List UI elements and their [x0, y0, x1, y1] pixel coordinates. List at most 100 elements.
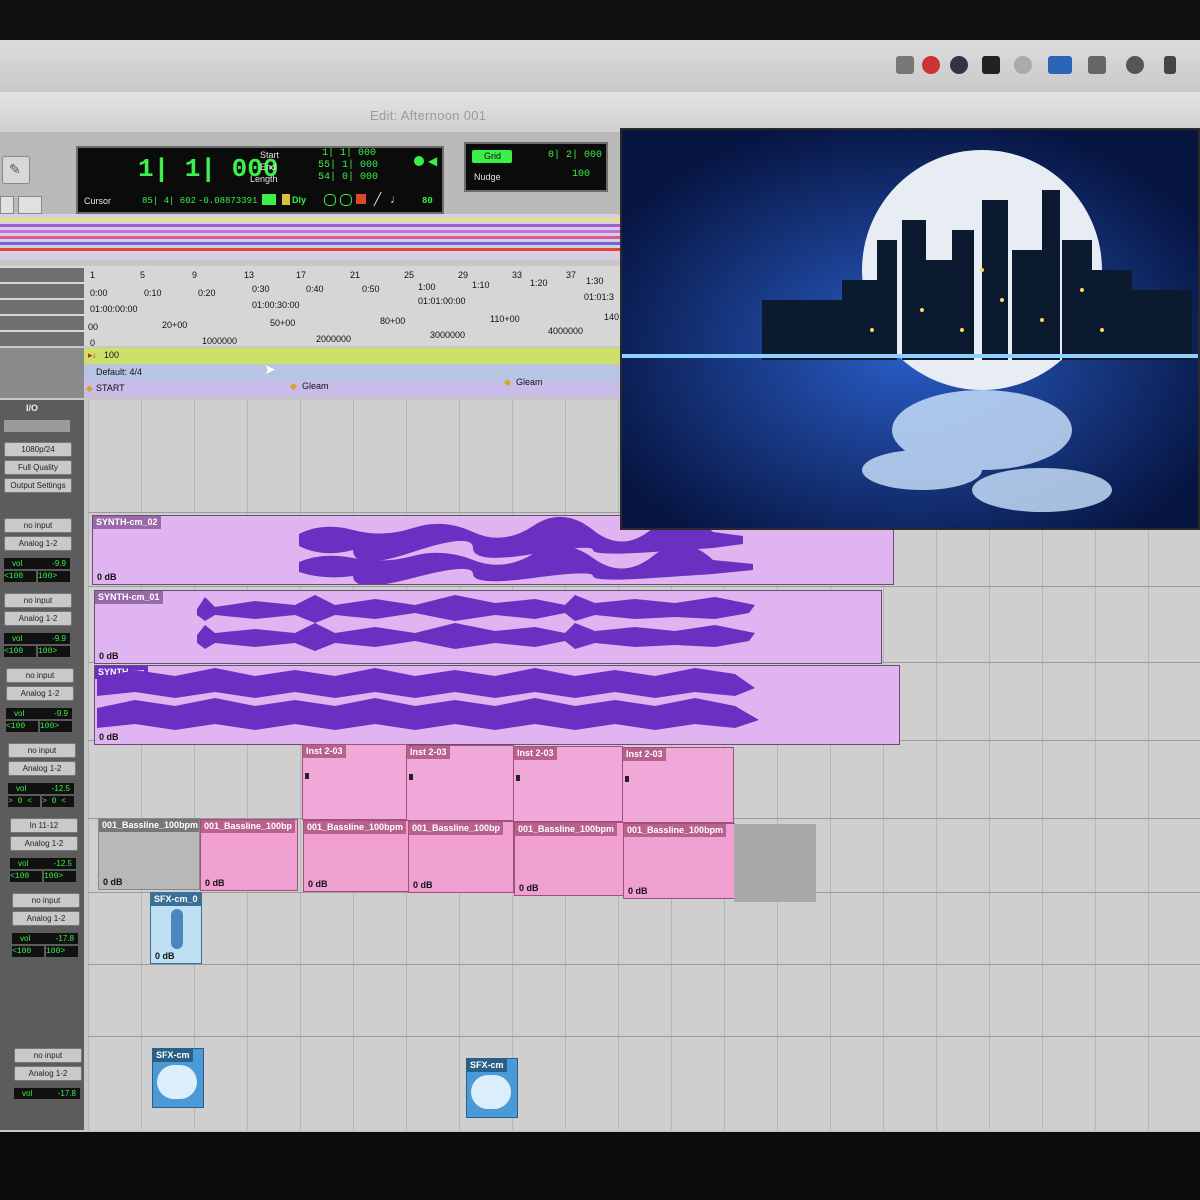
track-input-select[interactable]: no input	[8, 743, 76, 758]
audio-clip[interactable]: SYNTH-cm 0 dB	[94, 665, 900, 745]
audio-clip[interactable]: 001_Bassline_100bp 0 dB	[200, 819, 298, 891]
marker-start[interactable]: START	[96, 383, 125, 393]
track-output-select[interactable]: Analog 1-2	[10, 836, 78, 851]
video-track-buttons[interactable]	[4, 420, 70, 432]
track-output-select[interactable]: Analog 1-2	[4, 536, 72, 551]
marker-gleam-1[interactable]: Gleam	[302, 381, 329, 391]
audio-clip[interactable]: SFX-cm	[466, 1058, 518, 1118]
conductor-icon[interactable]: ╱	[374, 192, 381, 206]
pan-right[interactable]: 100>	[44, 871, 76, 882]
meter-value[interactable]: Default: 4/4	[96, 367, 142, 377]
tempo-value[interactable]: 100	[104, 350, 119, 360]
track-volume[interactable]: vol -9.9	[6, 708, 72, 719]
waveform	[157, 1065, 197, 1099]
play-small-button[interactable]	[0, 196, 14, 214]
clip-name: 001_Bassline_100bpm	[515, 823, 618, 836]
track-volume[interactable]: vol -17.8	[12, 933, 78, 944]
grid-button[interactable]: Grid	[472, 150, 512, 163]
track-input-select[interactable]: no input	[12, 893, 80, 908]
link-icon[interactable]	[262, 194, 276, 205]
track-output-select[interactable]: Analog 1-2	[4, 611, 72, 626]
track-volume[interactable]: vol -9.9	[4, 633, 70, 644]
airplay-icon[interactable]	[1088, 56, 1106, 74]
pencil-tool-button[interactable]: ✎	[2, 156, 30, 184]
dly-label[interactable]: Dly	[292, 195, 306, 205]
universe-overview[interactable]	[0, 214, 620, 260]
midi-clip[interactable]: Inst 2-03	[406, 745, 514, 821]
record-enable-icon[interactable]	[356, 194, 366, 204]
ua-icon[interactable]	[1048, 56, 1072, 74]
track-output-select[interactable]: Analog 1-2	[6, 686, 74, 701]
pan-right[interactable]: 100>	[46, 946, 78, 957]
grid-value[interactable]: 0| 2| 000	[548, 150, 602, 161]
camera-icon[interactable]	[982, 56, 1000, 74]
track-volume[interactable]: vol -12.5	[8, 783, 74, 794]
tempo-marker-icon[interactable]: ▸♩	[88, 350, 102, 361]
track-input-select[interactable]: no input	[4, 518, 72, 533]
pan-left[interactable]: <100	[4, 571, 36, 582]
track-volume[interactable]: vol -12.5	[10, 858, 76, 869]
selection-region[interactable]	[734, 824, 816, 902]
samples-tick: 2000000	[316, 334, 352, 344]
track-input-select[interactable]: In 11-12	[10, 818, 78, 833]
record-status-icon[interactable]	[922, 56, 940, 74]
audio-clip[interactable]: 001_Bassline_100bpm 0 dB	[623, 823, 735, 899]
control-icon[interactable]	[896, 56, 914, 74]
bluetooth-icon[interactable]	[1164, 56, 1176, 74]
audio-clip[interactable]: SFX-cm_0 0 dB	[150, 892, 202, 964]
marker-gleam-2[interactable]: Gleam	[516, 377, 543, 387]
vol-value: -9.9	[54, 709, 68, 718]
tempo-clock-icon[interactable]	[340, 194, 352, 206]
midi-clip[interactable]: Inst 2-03	[622, 747, 734, 823]
pan-right[interactable]: 100>	[38, 571, 70, 582]
end-value[interactable]: 55| 1| 000	[318, 160, 378, 171]
pan-left[interactable]: <100	[4, 646, 36, 657]
bar-tick: 13	[244, 270, 255, 280]
audio-clip[interactable]: 001_Bassline_100bp 0 dB	[408, 821, 514, 893]
track-input-select[interactable]: no input	[14, 1048, 82, 1063]
pan-left[interactable]: <100	[12, 946, 44, 957]
tempo-ruler[interactable]: ▸♩ 100	[84, 348, 620, 364]
midi-clip[interactable]: Inst 2-03	[513, 746, 623, 822]
audio-clip[interactable]: 001_Bassline_100bpm 0 dB	[514, 822, 624, 896]
bar-tick: 29	[458, 270, 469, 280]
bar-tick: 33	[512, 270, 523, 280]
nudge-value[interactable]: 100	[572, 169, 590, 180]
dly-icon[interactable]	[282, 194, 290, 205]
pan-right[interactable]: 100>	[38, 646, 70, 657]
track-output-select[interactable]: Analog 1-2	[14, 1066, 82, 1081]
sync-clock-icon[interactable]	[324, 194, 336, 206]
vpn-icon[interactable]	[1014, 56, 1032, 74]
track-volume[interactable]: vol -9.9	[4, 558, 70, 569]
audio-clip[interactable]: SYNTH-cm_01 0 dB	[94, 590, 882, 664]
track-input-select[interactable]: no input	[6, 668, 74, 683]
nudge-label: Nudge	[474, 172, 501, 182]
output-settings-button[interactable]: Output Settings	[4, 478, 72, 493]
sync-icon[interactable]	[950, 56, 968, 74]
track-input-select[interactable]: no input	[4, 593, 72, 608]
audio-clip[interactable]: 001_Bassline_100bpm 0 dB	[303, 820, 409, 892]
video-window[interactable]	[620, 128, 1200, 530]
pan-left[interactable]: <100	[10, 871, 42, 882]
clip-gain: 0 dB	[413, 880, 433, 890]
pan-right[interactable]: > 0 <	[42, 796, 74, 807]
pan-right[interactable]: 100>	[40, 721, 72, 732]
audio-clip[interactable]: 001_Bassline_100bpm 0 dB	[98, 818, 200, 890]
video-format-select[interactable]: 1080p/24	[4, 442, 72, 457]
timeline-rulers[interactable]: 1 5 9 13 17 21 25 29 33 37 0:00 0:10 0:2…	[0, 266, 620, 348]
track-output-select[interactable]: Analog 1-2	[8, 761, 76, 776]
start-value[interactable]: 1| 1| 000	[322, 148, 376, 159]
pan-left[interactable]: <100	[6, 721, 38, 732]
time-machine-icon[interactable]	[1126, 56, 1144, 74]
length-value[interactable]: 54| 0| 000	[318, 172, 378, 183]
marker-ruler[interactable]: ◆ START ◆ Gleam ◆ Gleam	[84, 377, 620, 397]
video-quality-select[interactable]: Full Quality	[4, 460, 72, 475]
tempo-value[interactable]: 80	[422, 196, 433, 206]
track-output-select[interactable]: Analog 1-2	[12, 911, 80, 926]
view-toggle-button[interactable]	[18, 196, 42, 214]
midi-clip[interactable]: Inst 2-03	[302, 744, 408, 820]
audio-clip[interactable]: SFX-cm	[152, 1048, 204, 1108]
track-volume[interactable]: vol -17.8	[14, 1088, 80, 1099]
online-indicator-icon[interactable]	[414, 156, 424, 166]
pan-left[interactable]: > 0 <	[8, 796, 40, 807]
